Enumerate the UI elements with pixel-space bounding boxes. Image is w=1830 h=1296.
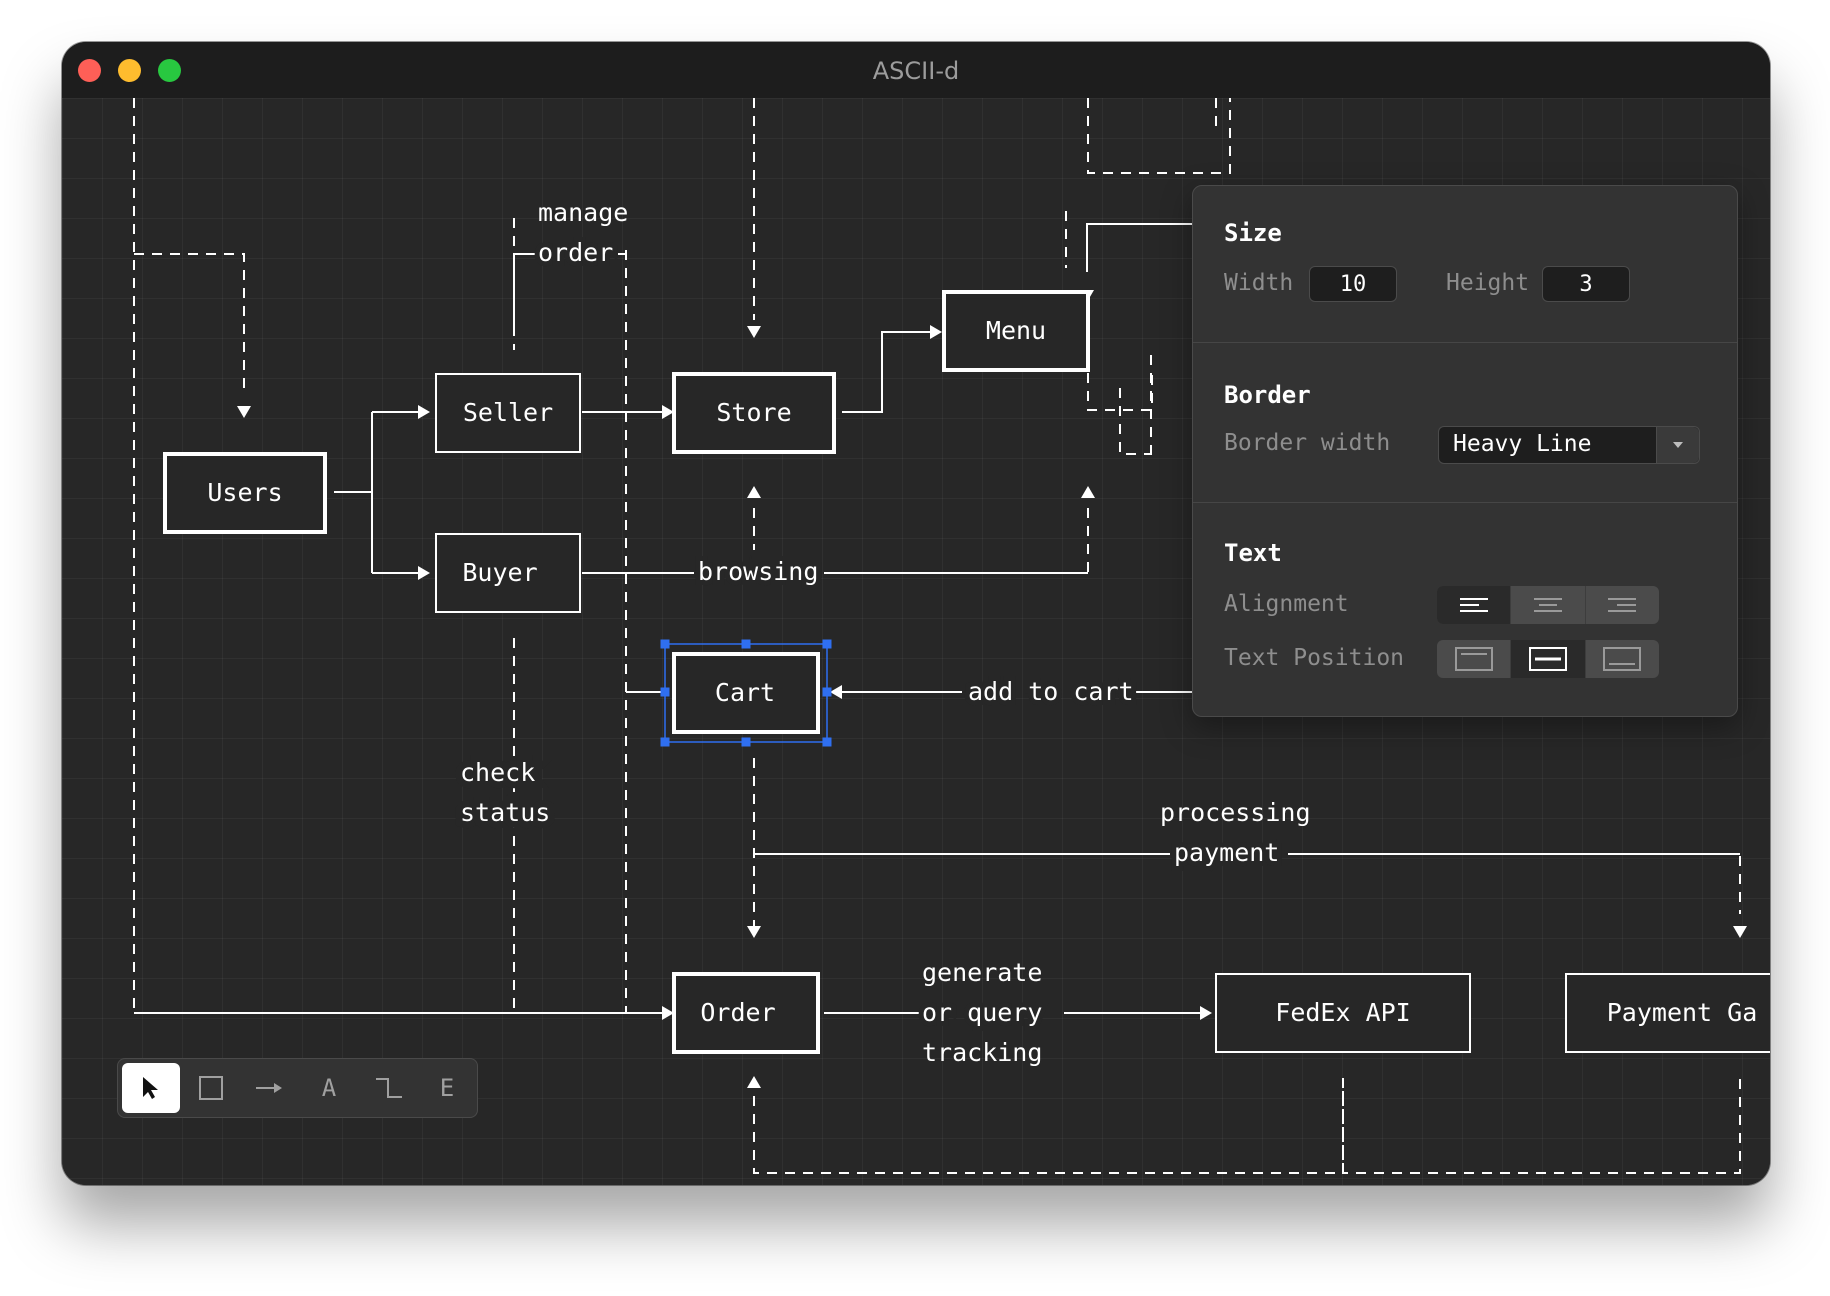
label-users: Users (207, 478, 282, 507)
label-store: Store (716, 398, 791, 427)
border-section: Border Border width Heavy Line (1193, 342, 1737, 503)
align-right-icon (1608, 598, 1637, 612)
diagram-canvas[interactable]: Users Seller Buyer Store Menu Cart Order… (62, 98, 1770, 1185)
align-center-button[interactable] (1511, 586, 1586, 624)
position-middle-icon (1528, 647, 1567, 671)
arrowhead (1200, 1006, 1212, 1020)
text-add-to-cart: add to cart (968, 677, 1134, 706)
arrowhead (747, 326, 761, 338)
eraser-tool-label: E (439, 1074, 455, 1102)
text-tool-label: A (321, 1074, 337, 1102)
label-payment: Payment Ga (1607, 998, 1758, 1027)
label-menu: Menu (986, 316, 1046, 345)
label-order: Order (700, 998, 775, 1027)
text-browsing: browsing (698, 557, 818, 586)
text-payment: payment (1174, 838, 1279, 867)
cursor-arrow-icon (143, 1077, 158, 1099)
arrowhead (418, 566, 430, 580)
text-position-segmented-control (1437, 640, 1659, 678)
label-cart: Cart (715, 678, 775, 707)
alignment-label: Alignment (1224, 591, 1349, 617)
text-or-query: or query (922, 998, 1042, 1027)
alignment-segmented-control (1437, 586, 1659, 624)
select-tool-button[interactable] (122, 1063, 180, 1113)
tool-palette: A E (117, 1058, 478, 1118)
inspector-panel: Size Width 10 Height 3 Border Border wid… (1192, 185, 1738, 717)
text-tool-button[interactable]: A (300, 1063, 358, 1113)
text-generate: generate (922, 958, 1042, 987)
text-processing: processing (1160, 798, 1311, 827)
text-section: Text Alignment Text Position (1193, 502, 1737, 716)
arrowhead (237, 406, 251, 418)
arrow-tool-button[interactable] (240, 1063, 298, 1113)
text-check: check (460, 758, 535, 787)
arrowhead (1081, 486, 1095, 498)
window-title: ASCII-d (872, 57, 960, 85)
label-fedex: FedEx API (1275, 998, 1410, 1027)
height-input[interactable]: 3 (1542, 266, 1630, 302)
text-tracking: tracking (922, 1038, 1042, 1067)
border-width-label: Border width (1224, 430, 1391, 456)
arrowhead (747, 1076, 761, 1088)
position-bottom-icon (1603, 647, 1642, 671)
eraser-tool-button[interactable]: E (418, 1063, 476, 1113)
arrow-icon (256, 1083, 282, 1093)
align-center-icon (1533, 598, 1562, 612)
position-top-icon (1454, 647, 1493, 671)
align-right-button[interactable] (1586, 586, 1659, 624)
rectangle-tool-button[interactable] (182, 1063, 240, 1113)
height-label: Height (1446, 270, 1530, 296)
width-input[interactable]: 10 (1309, 266, 1397, 302)
border-width-select[interactable]: Heavy Line (1438, 426, 1700, 464)
position-top-button[interactable] (1437, 640, 1512, 678)
arrowhead (747, 486, 761, 498)
arrowhead (747, 926, 761, 938)
chevron-down-icon[interactable] (1656, 427, 1699, 463)
arrowhead (418, 405, 430, 419)
text-position-label: Text Position (1224, 645, 1405, 671)
position-bottom-button[interactable] (1586, 640, 1659, 678)
border-title: Border (1224, 381, 1311, 409)
text-title: Text (1224, 539, 1282, 567)
position-middle-button[interactable] (1511, 640, 1586, 678)
arrowhead (1733, 926, 1747, 938)
app-window: ASCII-d Users Seller Buyer Store Menu Ca… (62, 42, 1770, 1185)
width-label: Width (1224, 270, 1294, 296)
title-bar: ASCII-d (62, 42, 1770, 98)
text-status: status (460, 798, 550, 827)
arrowhead (830, 685, 842, 699)
size-title: Size (1224, 219, 1282, 247)
align-left-button[interactable] (1437, 586, 1512, 624)
size-section: Size Width 10 Height 3 (1193, 186, 1737, 343)
elbow-line-icon (376, 1078, 402, 1098)
align-left-icon (1459, 598, 1488, 612)
border-width-value: Heavy Line (1453, 431, 1592, 457)
label-buyer: Buyer (462, 558, 537, 587)
arrowhead (930, 325, 942, 339)
line-tool-button[interactable] (360, 1063, 418, 1113)
text-manage: manage (538, 198, 628, 227)
text-order: order (538, 238, 613, 267)
rectangle-icon (199, 1076, 223, 1100)
label-seller: Seller (463, 398, 553, 427)
